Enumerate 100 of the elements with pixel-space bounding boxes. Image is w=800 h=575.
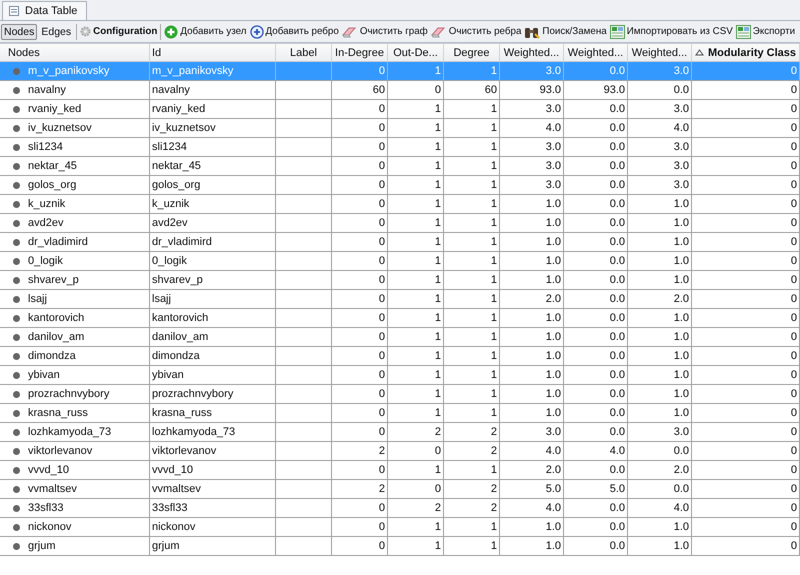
table-cell: 0.0 [610,502,625,514]
window-title: Data Table [25,5,78,17]
table-cell: 4.0 [546,122,561,134]
table-cell: prozrachnvybory [152,388,234,400]
node-dot-icon [13,296,20,302]
table-row[interactable]: navalny navalny 60 0 60 93.0 93.0 0.0 0 [0,81,800,100]
table-cell: 0 [378,540,385,552]
table-row[interactable]: lsajj lsajj 0 1 1 2.0 0.0 2.0 0 [0,290,800,309]
table-cell: 0.0 [674,445,689,457]
table-cell: 33sfl33 [152,502,188,514]
table-cell: 0 [790,331,797,343]
toolbar-button[interactable]: Добавить узел [163,24,248,38]
table-cell: grjum [152,540,180,552]
table-row[interactable]: lozhkamyoda_73 lozhkamyoda_73 0 2 2 3.0 0.0 3.0 0 [0,423,800,442]
table-cell: 1.0 [674,331,689,343]
table-cell: 0.0 [610,274,625,286]
toolbar-button[interactable]: Поиск/Замена [523,24,608,38]
table-row[interactable]: dimondza dimondza 0 1 1 1.0 0.0 1.0 0 [0,347,800,366]
table-row[interactable]: prozrachnvybory prozrachnvybory 0 1 1 1.0 0.0 1.0 0 [0,385,800,404]
column-header[interactable]: Nodes [0,44,150,61]
window-tab[interactable]: Data Table [2,1,88,20]
table-cell: 0 [790,388,797,400]
table-cell: danilov_am [28,331,84,343]
table-row[interactable]: k_uznik k_uznik 0 1 1 1.0 0.0 1.0 0 [0,195,800,214]
table-cell: 1.0 [546,350,561,362]
node-dot-icon [13,410,20,416]
toolbar-button[interactable]: Добавить ребро [248,24,340,38]
spreadsheet-icon [610,24,625,38]
column-header[interactable]: Degree [444,44,500,61]
table-cell: 0 [378,122,385,134]
table-cell: 1 [490,217,497,229]
table-row[interactable]: shvarev_p shvarev_p 0 1 1 1.0 0.0 1.0 0 [0,271,800,290]
table-cell: 1.0 [674,217,689,229]
table-cell: 0 [378,293,385,305]
table-cell: 4.0 [674,122,689,134]
table-cell: k_uznik [28,198,66,210]
toolbar-button[interactable]: Импортировать из CSV [608,24,734,38]
table-row[interactable]: 0_logik 0_logik 0 1 1 1.0 0.0 1.0 0 [0,252,800,271]
table-row[interactable]: grjum grjum 0 1 1 1.0 0.0 1.0 0 [0,537,800,556]
table-cell: vvvd_10 [28,464,69,476]
toolbar-button[interactable]: Очистить ребра [430,24,522,38]
table-cell: 1.0 [674,369,689,381]
table-row[interactable]: kantorovich kantorovich 0 1 1 1.0 0.0 1.0 0 [0,309,800,328]
table-cell: iv_kuznetsov [28,122,92,134]
table-cell: iv_kuznetsov [152,122,216,134]
table-row[interactable]: krasna_russ krasna_russ 0 1 1 1.0 0.0 1.0 0 [0,404,800,423]
column-header[interactable]: Id [150,44,276,61]
toolbar-button[interactable]: Экспорти [734,24,796,38]
table-row[interactable]: avd2ev avd2ev 0 1 1 1.0 0.0 1.0 0 [0,214,800,233]
table-cell: avd2ev [152,217,188,229]
column-header[interactable]: Out-De... [388,44,444,61]
table-cell: 60 [372,84,385,96]
table-row[interactable]: nickonov nickonov 0 1 1 1.0 0.0 1.0 0 [0,518,800,537]
table-row[interactable]: golos_org golos_org 0 1 1 3.0 0.0 3.0 0 [0,176,800,195]
table-cell: 4.0 [610,445,625,457]
view-toggle[interactable]: Edges [38,24,74,40]
configuration-button[interactable]: Configuration [79,26,158,37]
table-cell: 0.0 [610,122,625,134]
table-cell: 0 [378,312,385,324]
table-row[interactable]: nektar_45 nektar_45 0 1 1 3.0 0.0 3.0 0 [0,157,800,176]
table-cell: 1 [434,103,441,115]
table-cell: 1.0 [546,407,561,419]
table-cell: 1 [490,65,497,77]
node-dot-icon [13,86,20,94]
column-header[interactable]: In-Degree [332,44,388,61]
table-cell: 0.0 [610,350,625,362]
node-dot-icon [13,106,20,112]
table-row[interactable]: viktorlevanov viktorlevanov 2 0 2 4.0 4.0 0.0 0 [0,442,800,461]
table-cell: 0 [378,502,385,514]
view-toggle[interactable]: Nodes [1,24,38,40]
table-cell: 0.0 [610,217,625,229]
column-header[interactable]: Weighted... [628,44,692,61]
table-cell: 0 [378,255,385,267]
node-dot-icon [13,220,20,226]
table-cell: 0 [378,103,385,115]
table-row[interactable]: rvaniy_ked rvaniy_ked 0 1 1 3.0 0.0 3.0 0 [0,100,800,119]
toolbar-button[interactable]: Очистить граф [340,24,429,38]
table-cell: krasna_russ [28,407,88,419]
table-row[interactable]: danilov_am danilov_am 0 1 1 1.0 0.0 1.0 0 [0,328,800,347]
table-cell: 1 [490,198,497,210]
column-header[interactable]: Weighted... [564,44,628,61]
column-header[interactable]: Modularity Class [692,44,800,61]
table-cell: 1.0 [674,540,689,552]
table-row[interactable]: sli1234 sli1234 0 1 1 3.0 0.0 3.0 0 [0,138,800,157]
table-cell: 1 [490,540,497,552]
column-header[interactable]: Label [276,44,332,61]
table-cell: avd2ev [28,217,64,229]
column-header[interactable]: Weighted... [500,44,564,61]
table-cell: 0.0 [610,141,625,153]
table-row[interactable]: dr_vladimird dr_vladimird 0 1 1 1.0 0.0 1.0 0 [0,233,800,252]
table-cell: 0 [790,236,797,248]
table-cell: 0.0 [610,255,625,267]
node-dot-icon [13,390,20,398]
table-cell: 2.0 [546,464,561,476]
table-row[interactable]: ybivan ybivan 0 1 1 1.0 0.0 1.0 0 [0,366,800,385]
table-cell: sli1234 [152,141,187,153]
table-row[interactable]: 33sfl33 33sfl33 0 2 2 4.0 0.0 4.0 0 [0,499,800,518]
table-row[interactable]: vvmaltsev vvmaltsev 2 0 2 5.0 5.0 0.0 0 [0,480,800,499]
table-row[interactable]: vvvd_10 vvvd_10 0 1 1 2.0 0.0 2.0 0 [0,461,800,480]
table-row[interactable]: iv_kuznetsov iv_kuznetsov 0 1 1 4.0 0.0 4.0 0 [0,119,800,138]
